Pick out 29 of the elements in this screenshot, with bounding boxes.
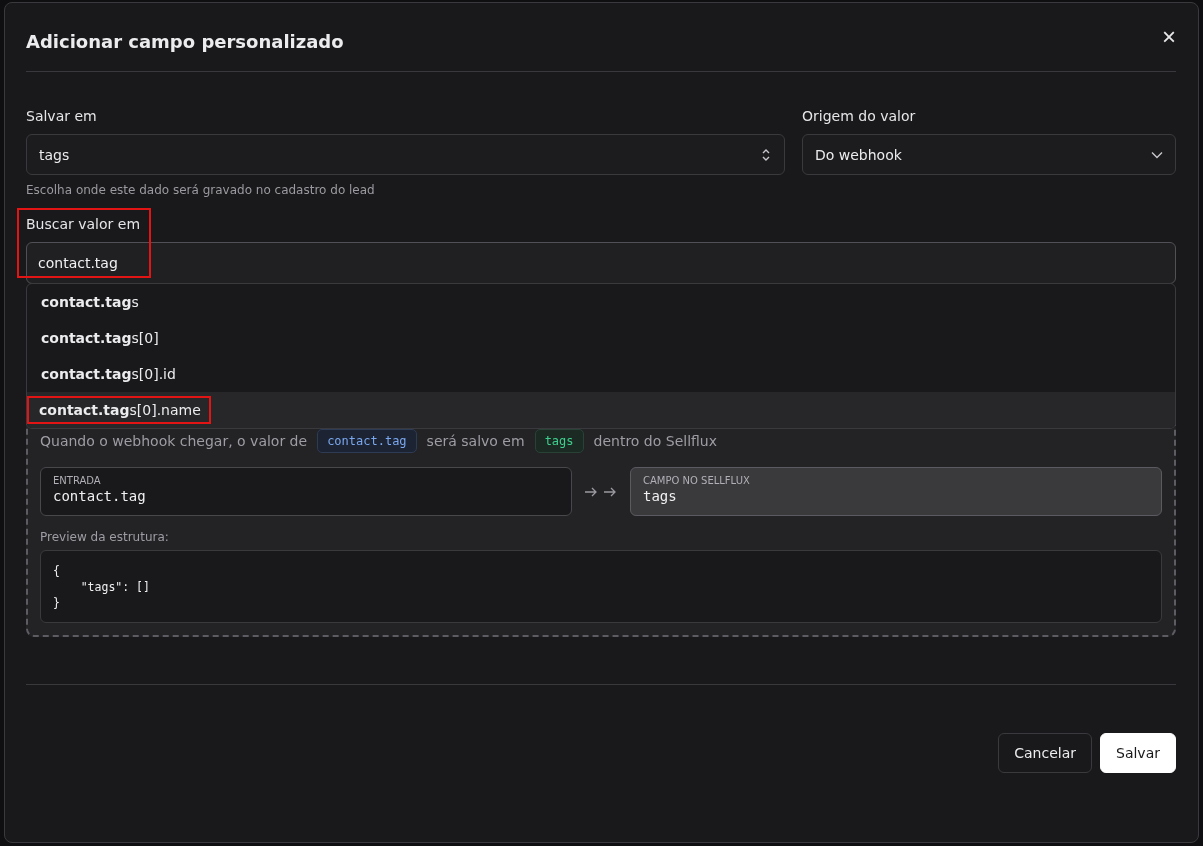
suggestion-item[interactable]: contact.tags[0] <box>27 320 1175 356</box>
origin-select[interactable]: Do webhook <box>802 134 1176 175</box>
up-down-chevron-icon <box>760 147 772 162</box>
code-chip: tags <box>534 429 584 453</box>
code-line: { <box>53 563 61 579</box>
input-field: ENTRADA contact.tag <box>40 467 572 516</box>
field-label: Salvar em <box>26 108 98 124</box>
code-line: "tags": [] <box>79 579 151 595</box>
preview-label: Preview da estrutura: <box>40 530 170 544</box>
explanation-text: dentro do Sellflux <box>593 433 717 449</box>
suggestion-item[interactable]: contact.tags[0].name <box>27 392 1175 428</box>
close-button[interactable]: × <box>1162 25 1176 49</box>
code-chip: contact.tag <box>317 429 417 453</box>
double-arrow-icon <box>584 485 618 498</box>
save-to-select[interactable]: tags <box>26 134 785 175</box>
suggestion-item[interactable]: contact.tags <box>27 284 1175 320</box>
search-field[interactable]: contact.tag <box>26 242 1176 284</box>
field-hint: Escolha onde este dado será gravado no cadastro do lead <box>26 183 376 197</box>
explanation-text: Quando o webhook chegar, o valor de <box>40 433 308 449</box>
field-label: Buscar valor em <box>26 216 142 232</box>
dialog-title: Adicionar campo personalizado <box>26 30 344 52</box>
save-button[interactable]: Salvar <box>1100 733 1176 773</box>
suggestion-item[interactable]: contact.tags[0].id <box>27 356 1175 392</box>
cancel-button[interactable]: Cancelar <box>998 733 1092 773</box>
chevron-down-icon <box>1151 150 1163 159</box>
output-field: CAMPO NO SELLFLUX tags <box>630 467 1162 516</box>
explanation-text: será salvo em <box>426 433 525 449</box>
code-line: } <box>53 595 61 611</box>
field-label: Origem do valor <box>802 108 917 124</box>
